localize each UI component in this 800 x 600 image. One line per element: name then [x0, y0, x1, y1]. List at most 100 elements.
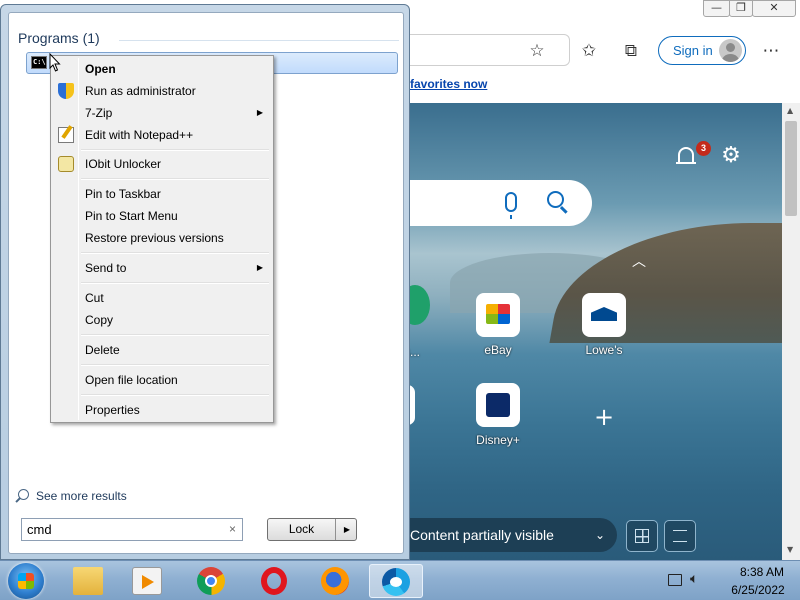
favorites-now-link[interactable]: favorites now [410, 77, 487, 91]
volume-icon[interactable]: 🔈︎ [690, 571, 698, 587]
ebay-tile[interactable] [476, 293, 520, 337]
taskbar-media-player[interactable] [121, 564, 175, 598]
scrollbar-thumb[interactable] [785, 121, 797, 216]
submenu-arrow-icon: ▶ [256, 108, 263, 117]
taskbar-windows-explorer[interactable] [62, 564, 116, 598]
clear-search-icon[interactable]: × [229, 519, 236, 540]
notification-badge: 3 [696, 141, 711, 156]
menu-item-label: Delete [85, 343, 120, 357]
start-search-input[interactable]: cmd × [21, 518, 243, 541]
ebay-label: eBay [484, 343, 512, 357]
menu-item-label: Send to [85, 261, 127, 275]
chevron-up-icon[interactable]: ︿ [632, 251, 646, 271]
taskbar-opera[interactable] [248, 564, 302, 598]
context-menu: Open Run as administrator 7-Zip ▶ Edit w… [50, 55, 274, 423]
menu-item-copy[interactable]: Copy [53, 309, 271, 331]
menu-item-label: Copy [85, 313, 114, 327]
notepad-plus-icon [58, 127, 74, 143]
lowes-label: Lowe's [585, 343, 623, 357]
menu-item-label: Restore previous versions [85, 231, 224, 245]
menu-item-iobit-unlocker[interactable]: IObit Unlocker [53, 153, 271, 175]
menu-item-label: Pin to Start Menu [85, 209, 178, 223]
menu-item-properties[interactable]: Properties [53, 399, 271, 421]
menu-item-label: 7-Zip [85, 106, 113, 120]
media-player-icon [132, 567, 162, 595]
web-search-box[interactable] [410, 180, 592, 226]
lowes-tile[interactable] [582, 293, 626, 337]
microphone-icon[interactable] [505, 192, 517, 219]
close-button[interactable]: ✕ [752, 0, 796, 17]
browser-titlebar: — ❐ ✕ [410, 0, 800, 20]
menu-item-open-file-location[interactable]: Open file location [53, 369, 271, 391]
menu-item-label: Run as administrator [85, 84, 196, 98]
start-button[interactable] [8, 563, 44, 599]
edge-icon [382, 568, 410, 596]
disney-plus-tile[interactable] [476, 383, 520, 427]
search-input-value: cmd [27, 522, 52, 537]
taskbar-chrome[interactable] [185, 564, 239, 598]
clock-date[interactable]: 6/25/2022 [720, 583, 796, 597]
menu-separator [81, 394, 269, 396]
partial-tile-2[interactable] [410, 385, 415, 425]
taskbar-firefox[interactable] [309, 564, 363, 598]
clock-time[interactable]: 8:38 AM [732, 565, 792, 579]
menu-item-pin-to-start-menu[interactable]: Pin to Start Menu [53, 205, 271, 227]
menu-item-run-as-administrator[interactable]: Run as administrator [53, 80, 271, 102]
chrome-icon [197, 567, 225, 595]
search-magnifier-icon [18, 489, 29, 500]
scroll-up-icon[interactable]: ▲ [787, 106, 793, 115]
taskbar-edge[interactable] [369, 564, 423, 598]
command-prompt-icon: C:\ [31, 56, 47, 69]
opera-icon [261, 567, 287, 595]
mouse-cursor-icon [49, 53, 61, 72]
menu-item-label: Pin to Taskbar [85, 187, 161, 201]
page-scrollbar[interactable]: ▲ ▼ [782, 103, 800, 560]
add-shortcut-icon[interactable]: + [594, 405, 614, 429]
disney-plus-icon [486, 393, 510, 417]
content-visibility-dropdown[interactable]: Content partially visible ⌄ [410, 518, 617, 552]
chevron-down-icon: ⌄ [594, 528, 605, 542]
settings-gear-icon[interactable]: ⚙ [720, 145, 742, 167]
grid-layout-button[interactable] [626, 520, 658, 552]
collections-icon[interactable]: ⧉ [620, 40, 642, 62]
edge-browser-window: — ❐ ✕ ☆ ✩ ⧉ Sign in ⋯ favorites now 3 ⚙ … [410, 0, 800, 560]
favorites-icon[interactable]: ✩ [578, 40, 600, 62]
lowes-logo-icon [591, 307, 617, 321]
notifications-bell-icon[interactable] [676, 147, 696, 164]
lock-button[interactable]: Lock ▶ [267, 518, 357, 541]
menu-item-open[interactable]: Open [53, 58, 271, 80]
menu-item-label: Properties [85, 403, 140, 417]
menu-item-label: IObit Unlocker [85, 157, 162, 171]
firefox-icon [321, 567, 349, 595]
network-icon[interactable] [668, 574, 682, 586]
shutdown-options-arrow-icon[interactable]: ▶ [344, 519, 350, 540]
avatar [719, 39, 742, 62]
menu-item-edit-with-notepad[interactable]: Edit with Notepad++ [53, 124, 271, 146]
grid-icon [635, 529, 649, 543]
menu-item-pin-to-taskbar[interactable]: Pin to Taskbar [53, 183, 271, 205]
list-icon [673, 530, 687, 542]
menu-item-7zip[interactable]: 7-Zip ▶ [53, 102, 271, 124]
see-more-results-link[interactable]: See more results [36, 489, 127, 503]
menu-separator [81, 364, 269, 366]
menu-item-restore-previous-versions[interactable]: Restore previous versions [53, 227, 271, 249]
minimize-button[interactable]: — [703, 0, 730, 17]
sign-in-button[interactable]: Sign in [658, 36, 746, 65]
more-options-icon[interactable]: ⋯ [760, 40, 782, 62]
lock-button-label: Lock [268, 519, 336, 540]
menu-item-delete[interactable]: Delete [53, 339, 271, 361]
partial-tile-label: s... [410, 345, 420, 359]
submenu-arrow-icon: ▶ [256, 263, 263, 272]
menu-item-send-to[interactable]: Send to ▶ [53, 257, 271, 279]
menu-item-cut[interactable]: Cut [53, 287, 271, 309]
maximize-button[interactable]: ❐ [729, 0, 753, 17]
content-visibility-label: Content partially visible [410, 527, 554, 543]
partial-tile-icon[interactable] [410, 285, 430, 325]
iobit-unlocker-icon [58, 156, 74, 172]
list-layout-button[interactable] [664, 520, 696, 552]
menu-separator [81, 282, 269, 284]
menu-item-label: Edit with Notepad++ [85, 128, 194, 142]
add-favorite-icon[interactable]: ☆ [526, 40, 548, 62]
scroll-down-icon[interactable]: ▼ [787, 545, 793, 554]
search-icon[interactable] [547, 191, 564, 208]
